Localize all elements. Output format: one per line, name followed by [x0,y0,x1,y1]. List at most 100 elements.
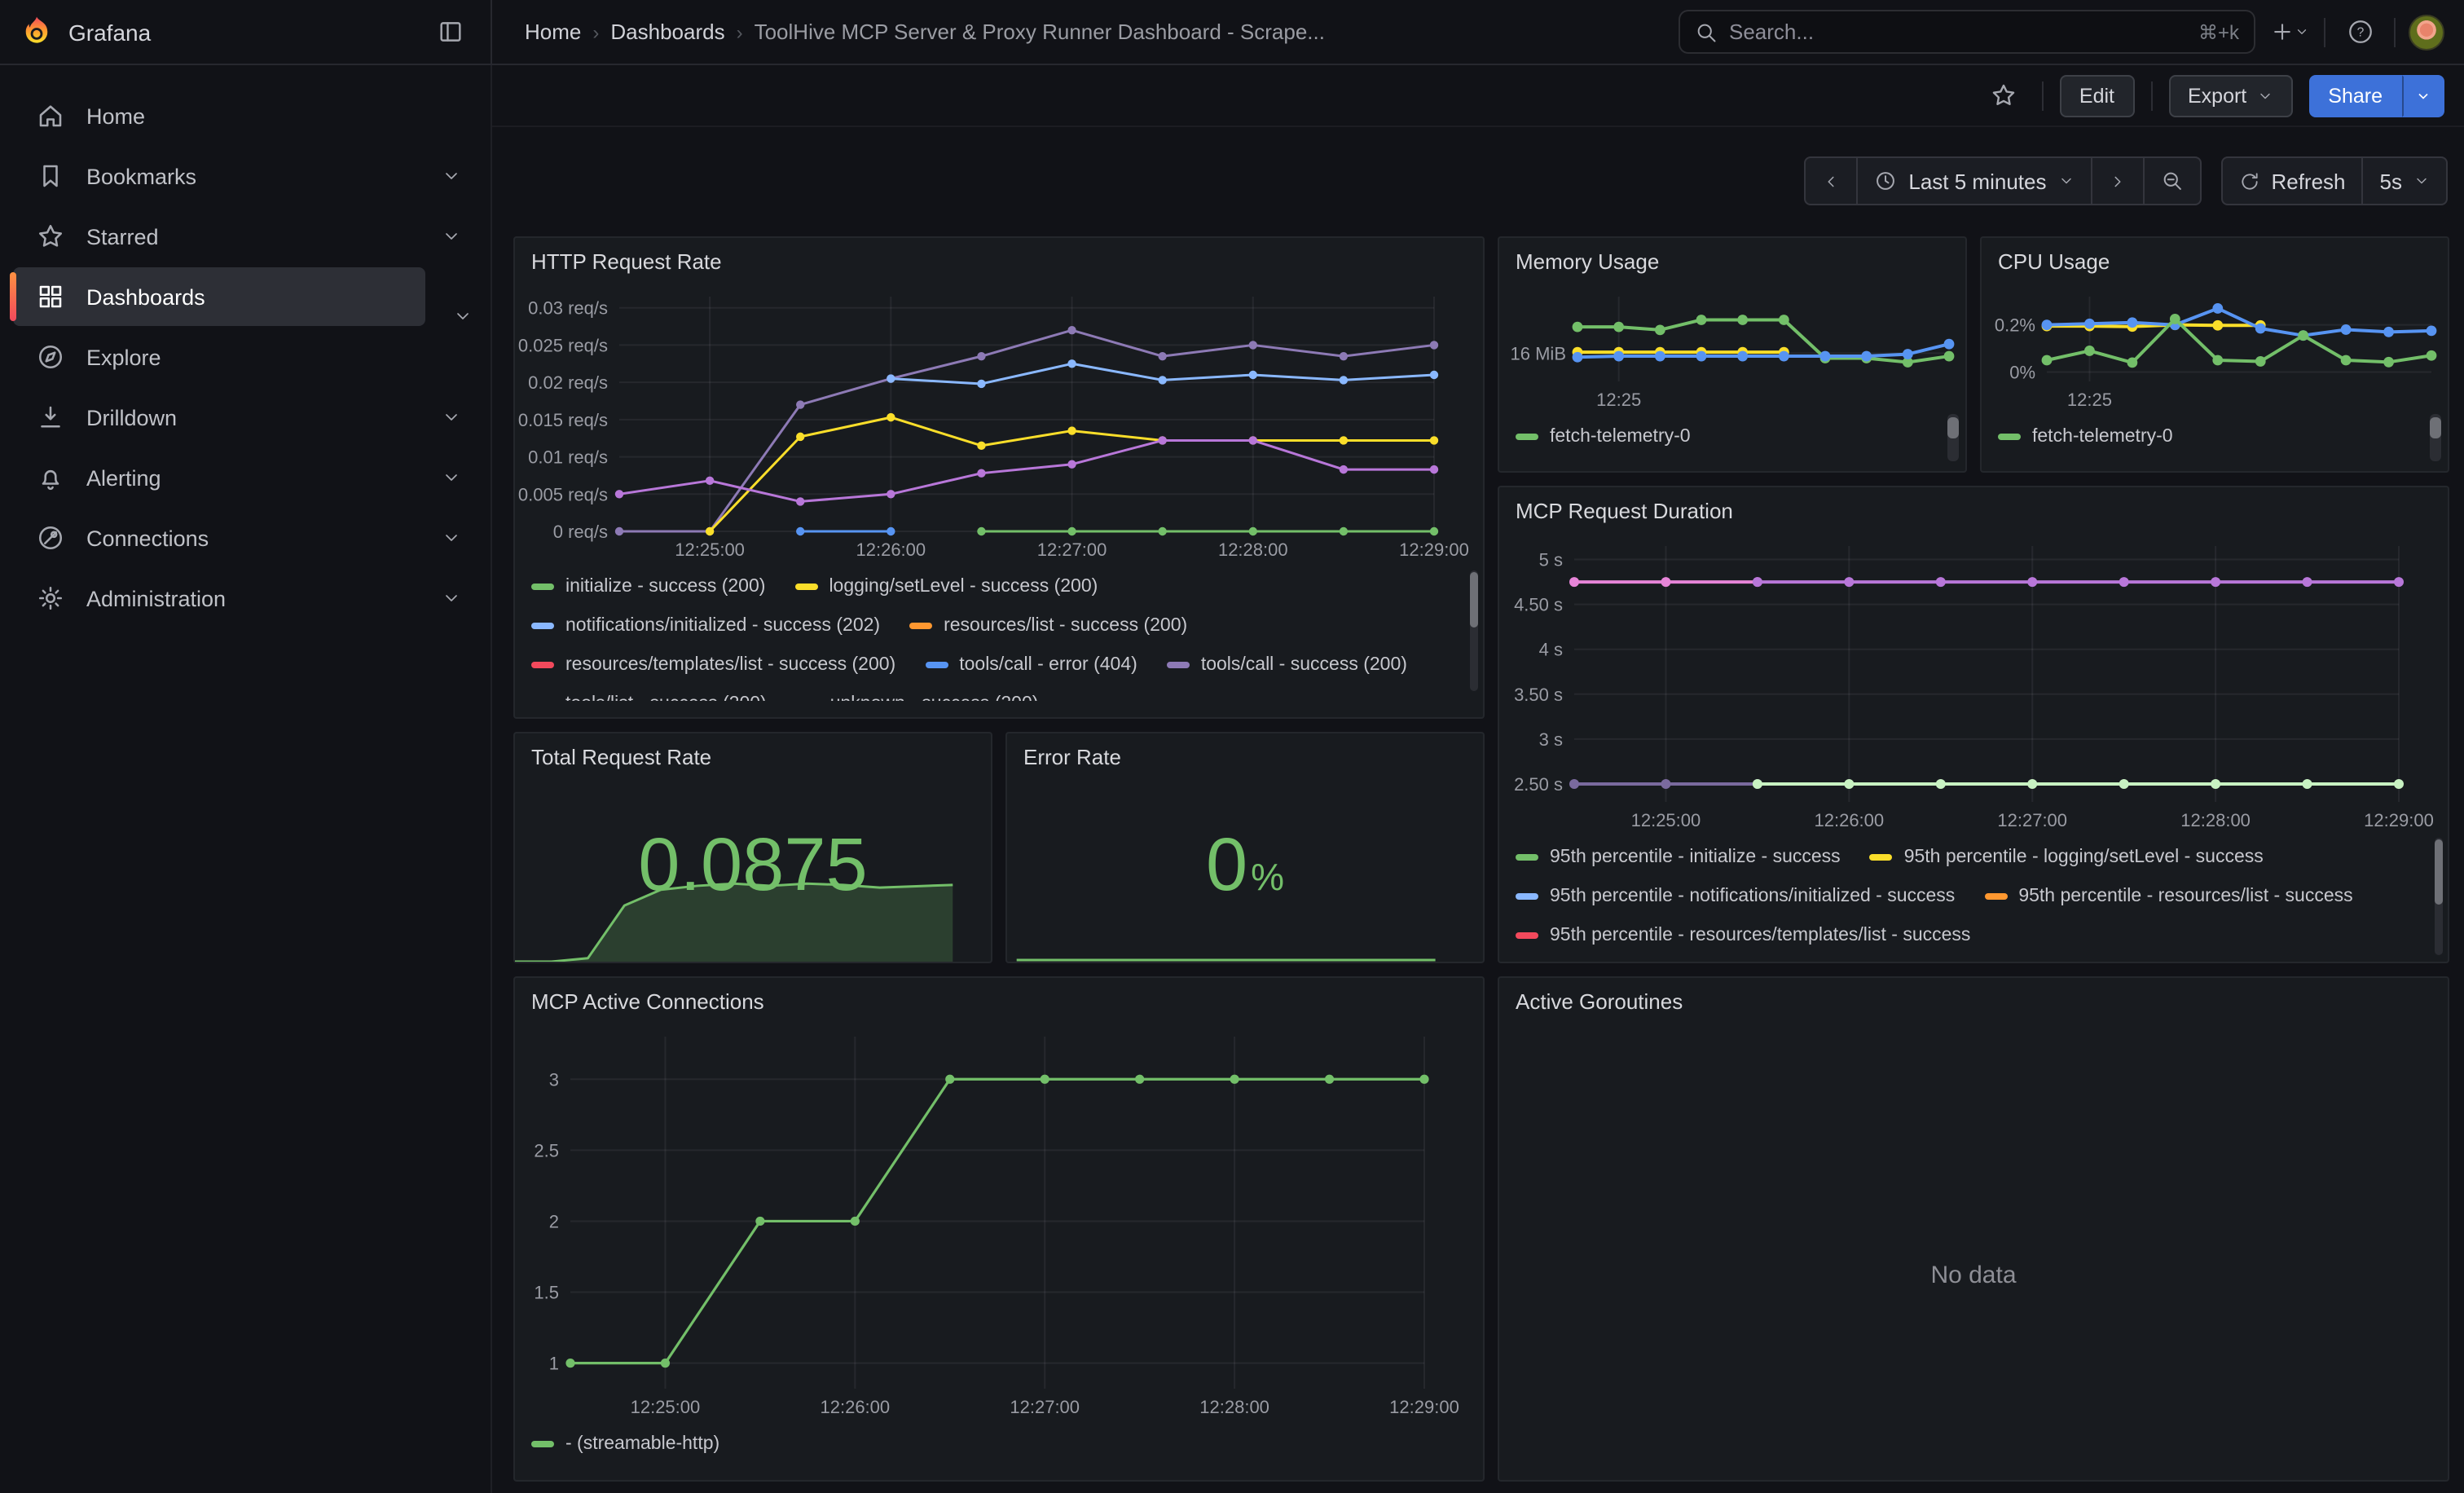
svg-text:1: 1 [549,1354,559,1374]
user-avatar[interactable] [2409,14,2444,50]
mcp-request-duration-chart[interactable]: 12:25:0012:26:0012:27:0012:28:0012:29:00… [1499,533,2448,835]
legend-item[interactable]: fetch-telemetry-0 [1516,417,1691,456]
legend-swatch [794,584,817,590]
sidebar-item-administration[interactable]: Administration [13,569,477,628]
search-input[interactable]: Search... ⌘+k [1679,10,2255,54]
legend-item[interactable]: 95th percentile - initialize - success [1516,838,1841,877]
scrollbar-thumb[interactable] [2430,416,2441,438]
svg-text:12:29:00: 12:29:00 [2364,810,2434,830]
chevron-down-icon[interactable] [442,227,461,246]
sidebar-nav: Home Bookmarks Starred Dashboards Explor… [0,65,492,1493]
legend-item[interactable]: - (streamable-http) [531,1425,719,1464]
panel-title[interactable]: MCP Active Connections [515,978,1483,1024]
sidebar-item-bookmarks[interactable]: Bookmarks [13,147,477,205]
panel-http-request-rate: HTTP Request Rate 12:25:0012:26:0012:27:… [513,236,1485,719]
time-forward-button[interactable] [2092,156,2144,205]
scrollbar-thumb[interactable] [1470,573,1478,628]
no-data-message: No data [1499,1261,2448,1288]
edit-button[interactable]: Edit [2060,74,2134,117]
zoom-out-icon [2160,170,2183,192]
scrollbar-thumb[interactable] [1947,416,1959,438]
chevron-down-icon[interactable] [442,528,461,548]
svg-text:12:28:00: 12:28:00 [1218,540,1288,560]
legend-item[interactable]: fetch-telemetry-0 [1998,417,2173,456]
scrollbar-thumb[interactable] [2435,840,2443,905]
svg-text:12:26:00: 12:26:00 [1815,810,1885,830]
legend-item[interactable]: 95th percentile - resources/list - succe… [1984,877,2352,916]
legend-swatch [909,623,932,629]
star-icon [36,222,65,251]
sidebar-item-alerting[interactable]: Alerting [13,448,477,507]
panel-title[interactable]: MCP Request Duration [1499,487,2448,533]
plus-icon [2270,20,2295,44]
panel-title[interactable]: Error Rate [1007,733,1483,779]
breadcrumb-home[interactable]: Home [525,20,581,44]
http-request-rate-chart[interactable]: 12:25:0012:26:0012:27:0012:28:0012:29:00… [515,284,1483,564]
legend-scrollbar[interactable] [2430,414,2441,461]
legend-item[interactable]: initialize - success (200) [531,567,765,606]
sidebar-item-explore[interactable]: Explore [13,328,477,386]
refresh-interval-picker[interactable]: 5s [2364,156,2448,205]
legend-item[interactable]: 95th percentile - notifications/initiali… [1516,877,1955,916]
sidebar-item-label: Connections [86,526,442,550]
legend-item[interactable]: resources/list - success (200) [909,606,1187,645]
legend-scrollbar[interactable] [2435,838,2443,955]
legend-item[interactable]: 95th percentile - resources/templates/li… [1516,916,1970,955]
sidebar-item-dashboards[interactable]: Dashboards [13,267,425,326]
panel-title[interactable]: Memory Usage [1499,238,1965,284]
sidebar-item-drilldown[interactable]: Drilldown [13,388,477,447]
home-icon [36,101,65,130]
chevron-down-icon[interactable] [442,588,461,608]
chevron-down-icon [2256,87,2273,103]
svg-text:12:25: 12:25 [2067,390,2112,410]
search-icon [1695,20,1718,43]
share-menu-button[interactable] [2402,74,2444,117]
help-button[interactable]: ? [2339,11,2381,53]
breadcrumb-dashboards[interactable]: Dashboards [610,20,724,44]
panel-title[interactable]: CPU Usage [1982,238,2448,284]
legend-item[interactable]: tools/call - success (200) [1167,645,1407,685]
panel-title[interactable]: Total Request Rate [515,733,991,779]
legend-label: logging/setLevel - success (200) [829,577,1098,597]
sidebar-item-label: Explore [86,345,461,369]
panel-title[interactable]: HTTP Request Rate [515,238,1483,284]
breadcrumb-separator: › [592,20,599,43]
add-new-button[interactable] [2268,11,2311,53]
refresh-group: Refresh 5s [2220,156,2448,205]
legend-item[interactable]: unknown - success (200) [796,685,1039,701]
chevron-down-icon[interactable] [453,306,473,326]
svg-text:12:25: 12:25 [1596,390,1641,410]
share-button[interactable]: Share [2308,74,2402,117]
mcp-active-connections-chart[interactable]: 12:25:0012:26:0012:27:0012:28:0012:29:00… [515,1024,1483,1421]
refresh-interval-label: 5s [2380,169,2402,193]
svg-text:0%: 0% [2009,362,2035,382]
cpu-usage-chart[interactable]: 12:250.2%0% [1982,284,2448,414]
legend-scrollbar[interactable] [1470,570,1478,691]
legend-scrollbar[interactable] [1947,414,1959,461]
svg-text:0.01 req/s: 0.01 req/s [528,447,608,468]
chevron-down-icon[interactable] [442,468,461,487]
header-left: Grafana [0,0,492,64]
time-back-button[interactable] [1804,156,1858,205]
legend-item[interactable]: tools/call - error (404) [925,645,1137,685]
http-legend: initialize - success (200) logging/setLe… [515,564,1483,701]
compass-icon [36,342,65,372]
legend-item[interactable]: tools/list - success (200) [531,685,767,701]
legend-item[interactable]: resources/templates/list - success (200) [531,645,895,685]
panel-title[interactable]: Active Goroutines [1499,978,2448,1024]
sidebar-item-starred[interactable]: Starred [13,207,477,266]
sidebar-toggle-icon[interactable] [429,11,471,53]
refresh-button[interactable]: Refresh [2220,156,2363,205]
sidebar-item-home[interactable]: Home [13,86,477,145]
chevron-down-icon[interactable] [442,166,461,186]
legend-item[interactable]: 95th percentile - logging/setLevel - suc… [1870,838,2264,877]
sidebar-item-connections[interactable]: Connections [13,509,477,567]
legend-item[interactable]: notifications/initialized - success (202… [531,606,880,645]
legend-item[interactable]: logging/setLevel - success (200) [794,567,1098,606]
memory-usage-chart[interactable]: 12:2516 MiB [1499,284,1965,414]
time-range-picker[interactable]: Last 5 minutes [1858,156,2092,205]
export-button[interactable]: Export [2168,74,2292,117]
chevron-down-icon[interactable] [442,407,461,427]
favorite-star-button[interactable] [1983,74,2026,117]
zoom-out-button[interactable] [2144,156,2201,205]
